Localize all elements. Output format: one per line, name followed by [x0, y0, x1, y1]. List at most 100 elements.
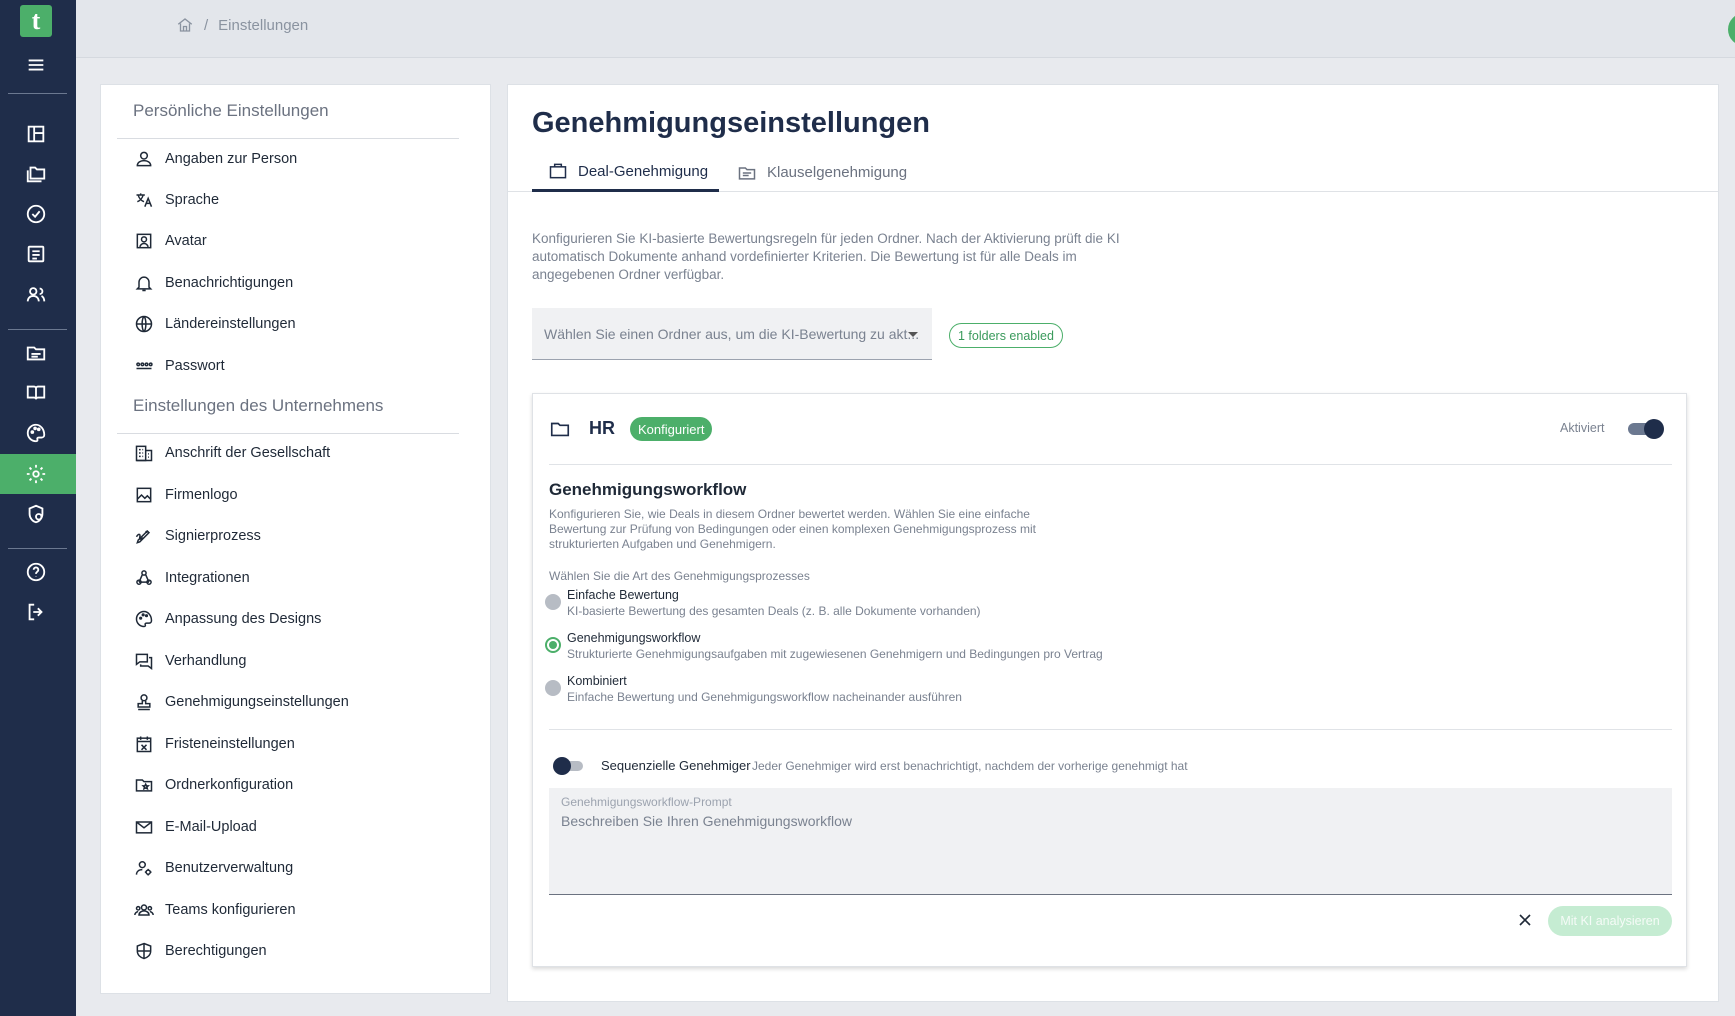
- menu-item-avatar[interactable]: Avatar: [133, 226, 207, 256]
- menu-item-label: Genehmigungseinstellungen: [165, 694, 349, 710]
- menu-item-signing-process[interactable]: Signierprozess: [133, 521, 261, 551]
- folder-list-icon[interactable]: [24, 341, 48, 365]
- menu-item-permissions[interactable]: Berechtigungen: [133, 936, 267, 966]
- menu-item-personal-info[interactable]: Angaben zur Person: [133, 144, 297, 174]
- tab-clause-approval[interactable]: Klauselgenehmigung: [737, 153, 907, 192]
- close-icon[interactable]: [1515, 910, 1535, 930]
- menu-item-password[interactable]: Passwort: [133, 351, 225, 381]
- rail-divider: [8, 548, 67, 549]
- menu-item-label: E-Mail-Upload: [165, 819, 257, 835]
- calendar-icon: [133, 733, 155, 755]
- folder-star-icon: [133, 774, 155, 796]
- menu-item-label: Benutzerverwaltung: [165, 860, 294, 876]
- stamp-icon: [133, 691, 155, 713]
- menu-item-email-upload[interactable]: E-Mail-Upload: [133, 812, 257, 842]
- menu-item-label: Berechtigungen: [165, 943, 267, 959]
- settings-icon[interactable]: [24, 462, 48, 486]
- analyze-with-ai-button[interactable]: Mit KI analysieren: [1548, 906, 1672, 936]
- menu-item-approval-settings[interactable]: Genehmigungseinstellungen: [133, 687, 349, 717]
- activated-label: Aktiviert: [1560, 421, 1605, 435]
- sequential-approvers-description: Jeder Genehmiger wird erst benachrichtig…: [752, 759, 1188, 773]
- globe-icon: [133, 313, 155, 335]
- sequential-approvers-label: Sequenzielle Genehmiger: [601, 758, 751, 773]
- menu-item-folder-configuration[interactable]: Ordnerkonfiguration: [133, 770, 293, 800]
- security-icon[interactable]: [24, 502, 48, 526]
- menu-item-configure-teams[interactable]: Teams konfigurieren: [133, 895, 296, 925]
- tasks-icon[interactable]: [24, 202, 48, 226]
- palette-icon[interactable]: [24, 421, 48, 445]
- folder-name: HR: [589, 418, 615, 438]
- section-divider: [117, 138, 459, 139]
- palette-icon: [133, 608, 155, 630]
- menu-item-company-address[interactable]: Anschrift der Gesellschaft: [133, 438, 330, 468]
- document-folder-icon: [738, 166, 756, 180]
- menu-item-user-management[interactable]: Benutzerverwaltung: [133, 853, 293, 883]
- rail-divider: [8, 329, 67, 330]
- menu-item-deadline-settings[interactable]: Fristeneinstellungen: [133, 729, 295, 759]
- bell-icon: [133, 272, 155, 294]
- menu-item-design-customization[interactable]: Anpassung des Designs: [133, 604, 321, 634]
- help-icon[interactable]: [24, 560, 48, 584]
- folders-enabled-chip: 1 folders enabled: [949, 323, 1063, 348]
- home-icon[interactable]: [176, 16, 194, 34]
- mail-icon: [133, 816, 155, 838]
- company-settings-title: Einstellungen des Unternehmens: [133, 396, 384, 415]
- briefcase-icon: [549, 163, 567, 179]
- menu-item-label: Ordnerkonfiguration: [165, 777, 294, 793]
- tab-bar: Deal-Genehmigung Klauselgenehmigung: [508, 153, 1718, 192]
- radio-title: Einfache Bewertung: [567, 588, 679, 602]
- radio-title: Genehmigungsworkflow: [567, 631, 701, 645]
- folder-select-placeholder: Wählen Sie einen Ordner aus, um die KI-B…: [544, 325, 920, 342]
- documents-icon[interactable]: [24, 242, 48, 266]
- radio-circle[interactable]: [545, 594, 561, 610]
- radio-subtitle: Strukturierte Genehmigungsaufgaben mit z…: [567, 647, 1103, 661]
- app-logo[interactable]: t: [20, 5, 52, 37]
- radio-simple-evaluation[interactable]: Einfache Bewertung KI-basierte Bewertung…: [545, 587, 981, 619]
- person-icon: [133, 148, 155, 170]
- configured-badge: Konfiguriert: [630, 417, 713, 441]
- contacts-icon[interactable]: [24, 283, 48, 307]
- menu-item-country-settings[interactable]: Ländereinstellungen: [133, 309, 296, 339]
- menu-item-label: Sprache: [165, 192, 220, 208]
- radio-approval-workflow[interactable]: Genehmigungsworkflow Strukturierte Geneh…: [545, 630, 1103, 662]
- folders-icon[interactable]: [24, 162, 48, 186]
- workflow-prompt-field[interactable]: Genehmigungsworkflow-Prompt Beschreiben …: [549, 788, 1672, 895]
- breadcrumb-separator: /: [204, 16, 209, 34]
- rail-divider: [8, 93, 67, 94]
- menu-item-label: Angaben zur Person: [165, 151, 298, 167]
- tab-deal-approval[interactable]: Deal-Genehmigung: [532, 153, 719, 192]
- radio-circle-selected[interactable]: [545, 637, 561, 653]
- menu-item-label: Fristeneinstellungen: [165, 736, 295, 752]
- activated-toggle[interactable]: [1626, 419, 1664, 439]
- menu-item-notifications[interactable]: Benachrichtigungen: [133, 268, 293, 298]
- dashboard-icon[interactable]: [24, 122, 48, 146]
- groups-icon: [133, 899, 155, 921]
- dropdown-arrow-icon: [908, 332, 918, 337]
- menu-item-label: Integrationen: [165, 570, 250, 586]
- menu-item-label: Ländereinstellungen: [165, 316, 296, 332]
- menu-item-label: Anschrift der Gesellschaft: [165, 445, 331, 461]
- webhook-icon: [133, 567, 155, 589]
- menu-item-language[interactable]: Sprache: [133, 185, 219, 215]
- workflow-description: Konfigurieren Sie, wie Deals in diesem O…: [549, 507, 1036, 551]
- sequential-approvers-toggle[interactable]: [553, 757, 583, 775]
- folder-select[interactable]: Wählen Sie einen Ordner aus, um die KI-B…: [532, 308, 932, 360]
- prompt-label: Genehmigungsworkflow-Prompt: [561, 795, 732, 809]
- workflow-title: Genehmigungsworkflow: [549, 480, 747, 499]
- building-icon: [133, 442, 155, 464]
- menu-item-integrations[interactable]: Integrationen: [133, 563, 250, 593]
- page-title: Genehmigungseinstellungen: [532, 107, 930, 139]
- section-divider: [117, 433, 459, 434]
- radio-title: Kombiniert: [567, 674, 627, 688]
- book-icon[interactable]: [24, 381, 48, 405]
- card-divider: [549, 729, 1672, 730]
- folder-config-card: HR Konfiguriert Aktiviert Genehmigungswo…: [532, 393, 1687, 967]
- menu-item-negotiation[interactable]: Verhandlung: [133, 646, 246, 676]
- radio-combined[interactable]: Kombiniert Einfache Bewertung und Genehm…: [545, 673, 962, 705]
- radio-circle[interactable]: [545, 680, 561, 696]
- menu-item-company-logo[interactable]: Firmenlogo: [133, 480, 238, 510]
- menu-item-label: Benachrichtigungen: [165, 275, 294, 291]
- menu-icon[interactable]: [24, 53, 48, 77]
- user-avatar[interactable]: AB: [1728, 13, 1735, 46]
- logout-icon[interactable]: [24, 600, 48, 624]
